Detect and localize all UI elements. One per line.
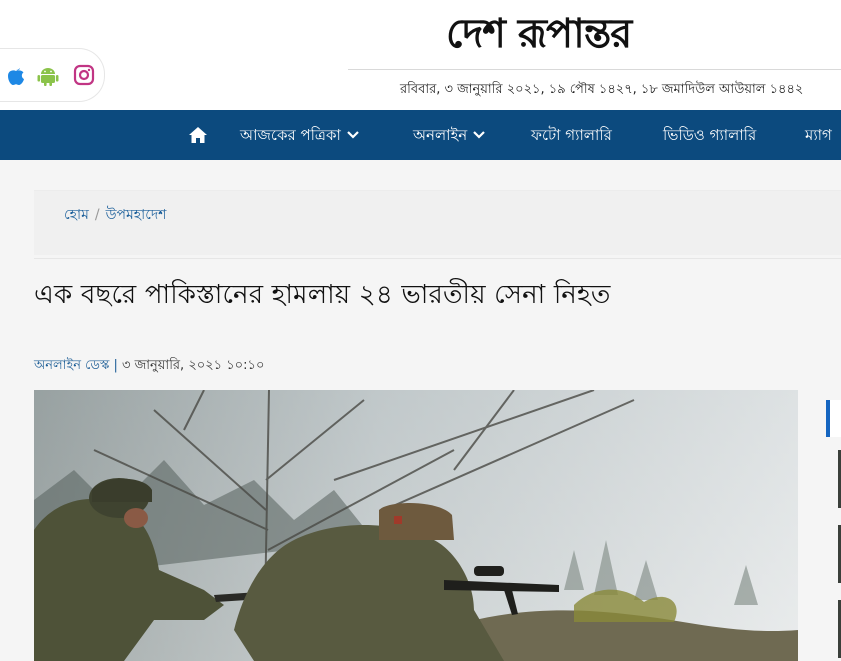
breadcrumb-home-link[interactable]: হোম: [64, 207, 89, 223]
author-link[interactable]: অনলাইন ডেস্ক: [34, 358, 109, 373]
article-page: হোম / উপমহাদেশ এক বছরে পাকিস্তানের হামলায়…: [0, 160, 841, 661]
breadcrumb-separator: /: [94, 207, 100, 223]
app-links: [0, 48, 105, 102]
sidebar-edge: [826, 400, 841, 661]
instagram-icon[interactable]: [72, 63, 96, 87]
nav-item-online[interactable]: অনলাইন: [413, 110, 486, 160]
site-logo[interactable]: দেশ রূপান্তর: [446, 2, 632, 69]
nav-item-video-gallery[interactable]: ভিডিও গ্যালারি: [663, 110, 756, 160]
chevron-down-icon: [347, 131, 359, 139]
article-photo: [34, 390, 798, 661]
android-icon[interactable]: [36, 63, 60, 87]
breadcrumb-section-link[interactable]: উপমহাদেশ: [106, 207, 167, 223]
article-byline: অনলাইন ডেস্ক | ৩ জানুয়ারি, ২০২১ ১০:১০: [34, 356, 264, 377]
article-headline: এক বছরে পাকিস্তানের হামলায় ২৪ ভারতীয় স…: [34, 280, 611, 310]
site-header: দেশ রূপান্তর রবিবার, ৩ জানুয়ারি ২০২১, ১…: [0, 0, 841, 110]
nav-item-todays-paper[interactable]: আজকের পত্রিকা: [240, 110, 359, 160]
apple-icon[interactable]: [4, 63, 28, 87]
chevron-down-icon: [473, 131, 486, 139]
nav-item-magazine[interactable]: ম্যাগ: [805, 110, 832, 160]
sidebar-heading: [826, 400, 841, 437]
breadcrumb-divider: [34, 258, 841, 259]
main-navigation: আজকের পত্রিকা অনলাইন ফটো গ্যালারি ভিডিও …: [0, 110, 841, 160]
home-icon[interactable]: [188, 125, 208, 145]
header-divider: [348, 69, 841, 70]
byline-separator: |: [113, 358, 118, 373]
publish-date: ৩ জানুয়ারি, ২০২১ ১০:১০: [122, 358, 265, 373]
header-date: রবিবার, ৩ জানুয়ারি ২০২১, ১৯ পৌষ ১৪২৭, ১…: [400, 82, 804, 97]
nav-item-photo-gallery[interactable]: ফটো গ্যালারি: [531, 110, 612, 160]
breadcrumb: হোম / উপমহাদেশ: [34, 190, 841, 255]
